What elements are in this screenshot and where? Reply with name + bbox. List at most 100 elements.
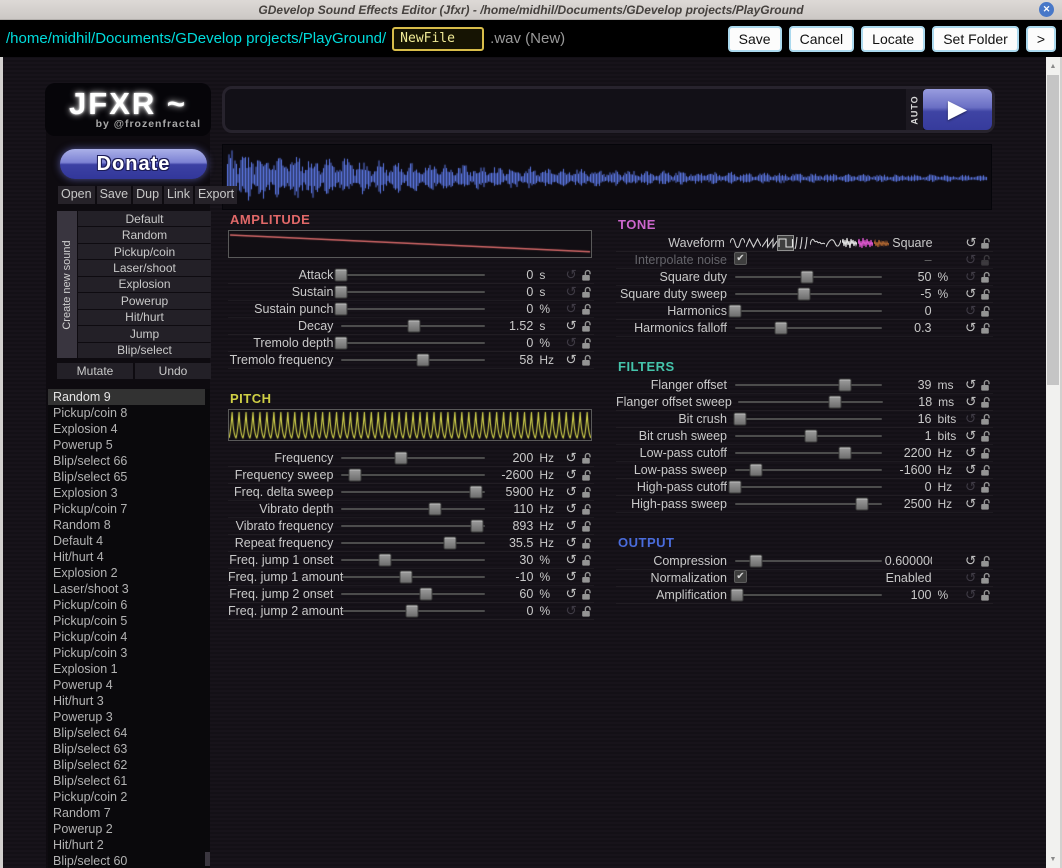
lock-icon[interactable] <box>979 237 993 250</box>
param-slider-track[interactable] <box>338 484 487 500</box>
param-slider-track[interactable] <box>338 501 487 517</box>
waveform-icon-brownnoise[interactable] <box>874 236 889 250</box>
donate-button[interactable]: Donate <box>60 149 207 179</box>
param-slider-track[interactable] <box>338 467 487 483</box>
slider-handle[interactable] <box>469 486 482 499</box>
param-slider-track[interactable] <box>338 284 487 300</box>
reset-icon[interactable]: ↺ <box>563 502 579 516</box>
lock-icon[interactable] <box>579 537 594 550</box>
lock-icon[interactable] <box>978 464 993 477</box>
slider-handle[interactable] <box>733 413 746 426</box>
waveform-icon-whistle[interactable] <box>810 236 825 250</box>
reset-icon[interactable]: ↺ <box>963 304 979 318</box>
param-slider-track[interactable] <box>338 535 487 551</box>
param-slider-track[interactable] <box>732 320 885 336</box>
reset-icon[interactable]: ↺ <box>963 463 979 477</box>
list-item[interactable]: Powerup 2 <box>48 821 205 837</box>
slider-handle[interactable] <box>839 447 852 460</box>
param-slider-track[interactable] <box>338 318 487 334</box>
lock-icon[interactable] <box>978 498 993 511</box>
scroll-up-icon[interactable]: ▲ <box>1046 59 1060 73</box>
reset-icon[interactable]: ↺ <box>963 270 979 284</box>
reset-icon[interactable]: ↺ <box>563 319 579 333</box>
list-item[interactable]: Explosion 1 <box>48 661 205 677</box>
param-slider-track[interactable] <box>732 445 885 461</box>
slider-handle[interactable] <box>471 520 484 533</box>
list-item[interactable]: Default 4 <box>48 533 205 549</box>
slider-handle[interactable] <box>800 271 813 284</box>
reset-icon[interactable]: ↺ <box>963 588 979 602</box>
slider-handle[interactable] <box>395 452 408 465</box>
reset-icon[interactable]: ↺ <box>963 554 979 568</box>
reset-icon[interactable]: ↺ <box>563 485 579 499</box>
slider-handle[interactable] <box>417 354 430 367</box>
lock-icon[interactable] <box>978 271 993 284</box>
lock-icon[interactable] <box>978 572 993 585</box>
preset-jump[interactable]: Jump <box>78 326 211 341</box>
reset-icon[interactable]: ↺ <box>963 395 978 409</box>
list-item[interactable]: Blip/select 65 <box>48 469 205 485</box>
toolbar-button-save[interactable]: Save <box>728 26 782 52</box>
file-action-export[interactable]: Export <box>195 186 237 204</box>
list-item[interactable]: Pickup/coin 4 <box>48 629 205 645</box>
reset-icon[interactable]: ↺ <box>563 570 579 584</box>
preset-default[interactable]: Default <box>78 211 211 226</box>
lock-icon[interactable] <box>978 589 993 602</box>
slider-handle[interactable] <box>335 269 348 282</box>
slider-handle[interactable] <box>855 498 868 511</box>
param-slider-track[interactable] <box>338 335 487 351</box>
toolbar-button-set-folder[interactable]: Set Folder <box>932 26 1019 52</box>
param-slider-track[interactable] <box>732 587 885 603</box>
lock-icon[interactable] <box>579 452 594 465</box>
reset-icon[interactable]: ↺ <box>963 497 979 511</box>
waveform-icon-pinknoise[interactable] <box>858 236 873 250</box>
lock-icon[interactable] <box>978 379 993 392</box>
param-slider-track[interactable] <box>338 450 487 466</box>
window-scrollbar[interactable]: ▲ ▼ <box>1046 57 1060 868</box>
lock-icon[interactable] <box>978 254 993 267</box>
preset-explosion[interactable]: Explosion <box>78 277 211 292</box>
slider-handle[interactable] <box>828 396 841 409</box>
file-action-open[interactable]: Open <box>58 186 95 204</box>
waveform-icon-breaker[interactable] <box>826 236 841 250</box>
slider-handle[interactable] <box>729 305 742 318</box>
waveform-icon-square[interactable] <box>778 236 793 250</box>
list-item[interactable]: Pickup/coin 6 <box>48 597 205 613</box>
lock-icon[interactable] <box>579 320 594 333</box>
list-item[interactable]: Blip/select 60 <box>48 853 205 868</box>
lock-icon[interactable] <box>579 571 594 584</box>
lock-icon[interactable] <box>579 486 594 499</box>
filename-input[interactable] <box>392 27 484 51</box>
close-icon[interactable]: ✕ <box>1039 2 1054 17</box>
list-item[interactable]: Pickup/coin 7 <box>48 501 205 517</box>
lock-icon[interactable] <box>978 305 993 318</box>
toolbar-button-[interactable]: > <box>1026 26 1056 52</box>
lock-icon[interactable] <box>978 447 993 460</box>
reset-icon[interactable]: ↺ <box>563 451 579 465</box>
reset-icon[interactable]: ↺ <box>563 285 579 299</box>
list-item[interactable]: Random 9 <box>48 389 205 405</box>
param-slider-track[interactable] <box>732 479 885 495</box>
slider-handle[interactable] <box>730 589 743 602</box>
list-item[interactable]: Hit/hurt 3 <box>48 693 205 709</box>
lock-icon[interactable] <box>978 555 993 568</box>
reset-icon[interactable]: ↺ <box>963 287 979 301</box>
param-slider-track[interactable] <box>339 603 488 619</box>
lock-icon[interactable] <box>978 430 993 443</box>
lock-icon[interactable] <box>978 481 993 494</box>
play-button[interactable]: ▶ <box>923 89 992 130</box>
param-slider-track[interactable] <box>732 411 885 427</box>
param-slider-track[interactable] <box>338 267 487 283</box>
lock-icon[interactable] <box>579 286 594 299</box>
checkbox-interpolate-noise[interactable]: ✔ <box>734 252 747 265</box>
preset-hit-hurt[interactable]: Hit/hurt <box>78 310 211 325</box>
list-item[interactable]: Pickup/coin 5 <box>48 613 205 629</box>
sound-list-scrollbar-thumb[interactable] <box>205 852 210 866</box>
slider-handle[interactable] <box>335 303 348 316</box>
param-slider-track[interactable] <box>732 377 885 393</box>
file-action-save[interactable]: Save <box>97 186 132 204</box>
list-item[interactable]: Explosion 4 <box>48 421 205 437</box>
lock-icon[interactable] <box>579 354 594 367</box>
reset-icon[interactable]: ↺ <box>563 519 579 533</box>
reset-icon[interactable]: ↺ <box>563 268 579 282</box>
